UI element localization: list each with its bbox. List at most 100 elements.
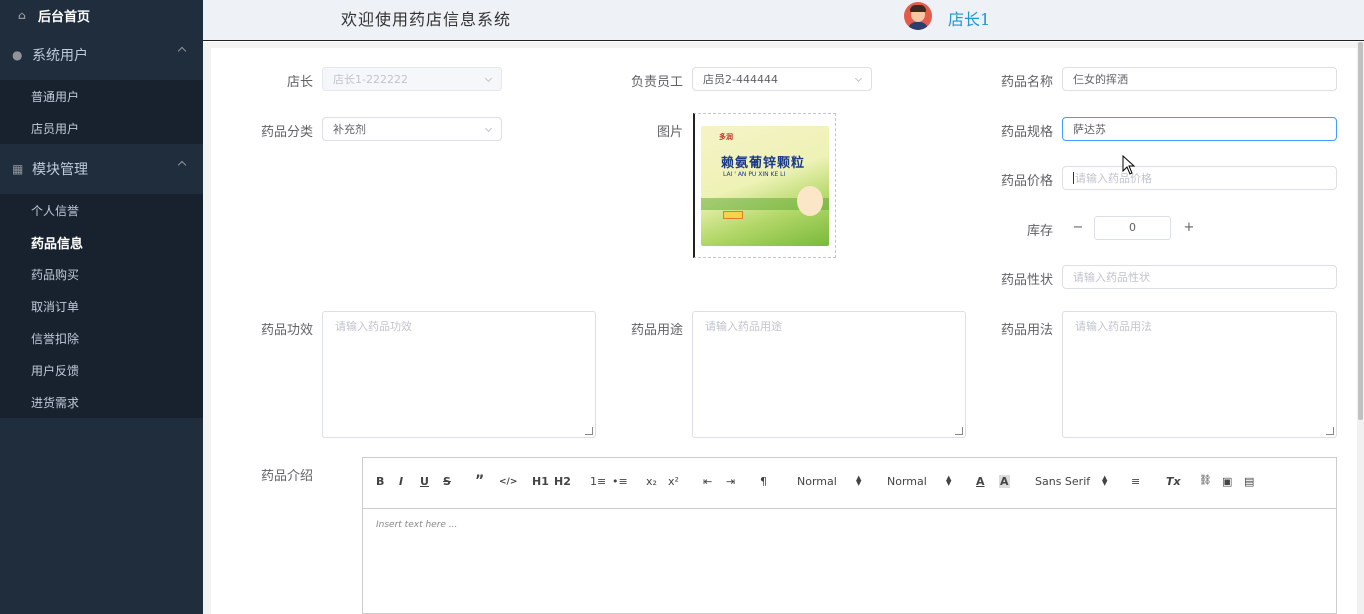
- subscript-button[interactable]: x₂: [646, 475, 657, 488]
- align-button[interactable]: ≡: [1131, 475, 1140, 488]
- page-scrollbar[interactable]: [1357, 42, 1364, 614]
- baby-illustration: [797, 186, 823, 216]
- chevron-up-icon: [177, 160, 187, 170]
- spec-value: 萨达苏: [1073, 123, 1106, 136]
- avatar[interactable]: [904, 2, 932, 30]
- username[interactable]: 店长1: [948, 6, 990, 30]
- staff-value: 店员2-444444: [703, 73, 778, 86]
- h1-button[interactable]: H1: [532, 475, 549, 488]
- text-caret: [1073, 172, 1074, 184]
- drug-name-label: 药品名称: [1000, 75, 1053, 90]
- sidebar-item-normal-users[interactable]: 普通用户: [0, 80, 203, 112]
- avatar-suit: [908, 22, 928, 30]
- sidebar-item-restock-request[interactable]: 进货需求: [0, 386, 203, 418]
- bold-button[interactable]: B: [376, 475, 384, 488]
- strike-button[interactable]: S: [443, 475, 451, 488]
- efficacy-placeholder: 请输入药品功效: [335, 320, 412, 333]
- chevron-up-icon: [177, 46, 187, 56]
- stock-stepper: − 0 +: [1062, 216, 1203, 240]
- sidebar-item-label: 取消订单: [31, 299, 80, 314]
- grid-icon: ▦: [12, 162, 24, 176]
- sidebar-item-label: 药品购买: [31, 267, 80, 282]
- underline-button[interactable]: U: [420, 475, 429, 488]
- direction-button[interactable]: ¶: [760, 475, 767, 488]
- resize-handle-icon[interactable]: [585, 427, 593, 435]
- italic-button[interactable]: I: [399, 475, 403, 488]
- ordered-list-button[interactable]: 1≡: [590, 475, 606, 488]
- sidebar-group-label: 系统用户: [32, 48, 88, 64]
- product-title: 赖氨葡锌颗粒: [721, 156, 806, 171]
- outdent-button[interactable]: ⇤: [703, 475, 712, 488]
- link-button[interactable]: ⛓: [1199, 475, 1212, 486]
- drug-name-input[interactable]: 仨女的挥洒: [1062, 67, 1337, 91]
- editor-placeholder[interactable]: Insert text here ...: [376, 520, 457, 530]
- font-picker[interactable]: Sans Serif: [1035, 475, 1090, 488]
- sidebar-item-drug-purchase[interactable]: 药品购买: [0, 258, 203, 290]
- store-manager-label: 店长: [286, 75, 313, 90]
- nature-label: 药品性状: [1000, 273, 1053, 288]
- staff-select[interactable]: 店员2-444444: [692, 67, 872, 91]
- price-placeholder: 请输入药品价格: [1075, 172, 1152, 185]
- sidebar-submenu-module-management: 个人信誉 药品信息 药品购买 取消订单 信誉扣除 用户反馈 进货需求: [0, 194, 203, 418]
- product-image: 多润 赖氨葡锌颗粒 LAI ' AN PU XIN KE LI: [701, 126, 829, 246]
- usage-purpose-placeholder: 请输入药品用途: [705, 320, 782, 333]
- top-header: 欢迎使用药店信息系统 店长1: [203, 0, 1364, 41]
- sidebar-item-label: 店员用户: [31, 121, 80, 136]
- size-picker[interactable]: Normal: [797, 475, 837, 488]
- sidebar-home[interactable]: ⌂ 后台首页: [0, 0, 203, 30]
- scrollbar-thumb[interactable]: [1358, 42, 1363, 420]
- superscript-button[interactable]: x²: [668, 475, 679, 488]
- category-select[interactable]: 补充剂: [322, 117, 502, 141]
- image-label: 图片: [656, 125, 683, 140]
- sidebar-home-label: 后台首页: [38, 9, 91, 25]
- image-button[interactable]: ▣: [1222, 475, 1232, 488]
- nature-input[interactable]: 请输入药品性状: [1062, 265, 1337, 289]
- decrease-button[interactable]: −: [1062, 216, 1094, 240]
- editor-toolbar: B I U S ” </> H1 H2 1≡ •≡ x₂ x² ⇤ ⇥ ¶ No…: [363, 458, 1336, 509]
- quote-button[interactable]: ”: [475, 473, 484, 489]
- video-button[interactable]: ▤: [1244, 475, 1254, 488]
- increase-button[interactable]: +: [1173, 216, 1205, 240]
- sidebar-item-staff-users[interactable]: 店员用户: [0, 112, 203, 144]
- sidebar-item-cancel-order[interactable]: 取消订单: [0, 290, 203, 322]
- price-input[interactable]: 请输入药品价格: [1062, 166, 1337, 190]
- usage-method-textarea[interactable]: 请输入药品用法: [1062, 311, 1337, 438]
- sidebar: ⌂ 后台首页 ● 系统用户 普通用户 店员用户 ▦ 模块管理 个人信誉 药品信息…: [0, 0, 203, 614]
- resize-handle-icon[interactable]: [1326, 427, 1334, 435]
- chevron-down-icon: [484, 74, 493, 83]
- updown-icon: ▲ ▼: [946, 474, 952, 487]
- sidebar-item-personal-credit[interactable]: 个人信誉: [0, 194, 203, 226]
- sidebar-item-label: 普通用户: [31, 89, 80, 104]
- usage-method-placeholder: 请输入药品用法: [1075, 320, 1152, 333]
- bullet-list-button[interactable]: •≡: [612, 475, 628, 488]
- sidebar-group-system-users[interactable]: ● 系统用户: [0, 30, 203, 80]
- sidebar-group-module-management[interactable]: ▦ 模块管理: [0, 144, 203, 194]
- sidebar-item-user-feedback[interactable]: 用户反馈: [0, 354, 203, 386]
- header-picker[interactable]: Normal: [887, 475, 927, 488]
- avatar-hair: [910, 5, 926, 12]
- code-button[interactable]: </>: [499, 477, 517, 487]
- usage-purpose-textarea[interactable]: 请输入药品用途: [692, 311, 966, 438]
- text-color-button[interactable]: A: [976, 475, 985, 488]
- efficacy-textarea[interactable]: 请输入药品功效: [322, 311, 596, 438]
- h2-button[interactable]: H2: [554, 475, 571, 488]
- sidebar-item-label: 药品信息: [31, 236, 84, 252]
- resize-handle-icon[interactable]: [955, 427, 963, 435]
- chevron-down-icon: [854, 74, 863, 83]
- staff-label: 负责员工: [630, 75, 683, 90]
- sidebar-group-label: 模块管理: [32, 162, 88, 178]
- sidebar-item-credit-deduction[interactable]: 信誉扣除: [0, 322, 203, 354]
- sidebar-item-label: 用户反馈: [31, 363, 80, 378]
- spec-input[interactable]: 萨达苏: [1062, 117, 1337, 141]
- stock-value[interactable]: 0: [1094, 216, 1171, 240]
- clean-format-button[interactable]: Tx: [1166, 475, 1181, 488]
- image-uploader[interactable]: 多润 赖氨葡锌颗粒 LAI ' AN PU XIN KE LI: [693, 113, 836, 258]
- indent-button[interactable]: ⇥: [726, 475, 735, 488]
- rich-text-editor: B I U S ” </> H1 H2 1≡ •≡ x₂ x² ⇤ ⇥ ¶ No…: [362, 457, 1337, 614]
- product-brand: 多润: [719, 133, 733, 141]
- background-color-button[interactable]: A: [999, 475, 1010, 488]
- sidebar-item-drug-info[interactable]: 药品信息: [0, 226, 203, 258]
- category-label: 药品分类: [260, 125, 313, 140]
- drug-name-value: 仨女的挥洒: [1073, 73, 1128, 86]
- efficacy-label: 药品功效: [260, 323, 313, 338]
